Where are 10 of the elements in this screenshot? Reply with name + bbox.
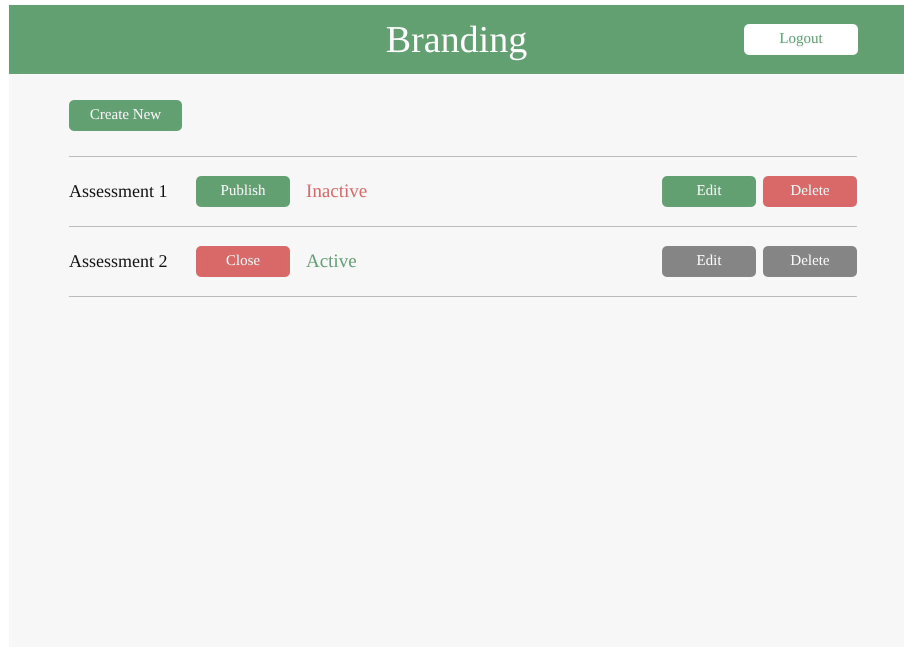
status-label: Active	[306, 250, 358, 272]
assessment-name: Assessment 1	[69, 181, 168, 202]
create-new-button[interactable]: Create New	[69, 100, 182, 131]
edit-button[interactable]: Edit	[662, 176, 756, 207]
delete-button[interactable]: Delete	[763, 176, 857, 207]
status-label: Inactive	[306, 180, 368, 202]
logout-button[interactable]: Logout	[744, 24, 858, 55]
publish-button[interactable]: Publish	[196, 176, 290, 207]
assessment-name: Assessment 2	[69, 251, 168, 272]
page-title: Branding	[386, 18, 528, 62]
